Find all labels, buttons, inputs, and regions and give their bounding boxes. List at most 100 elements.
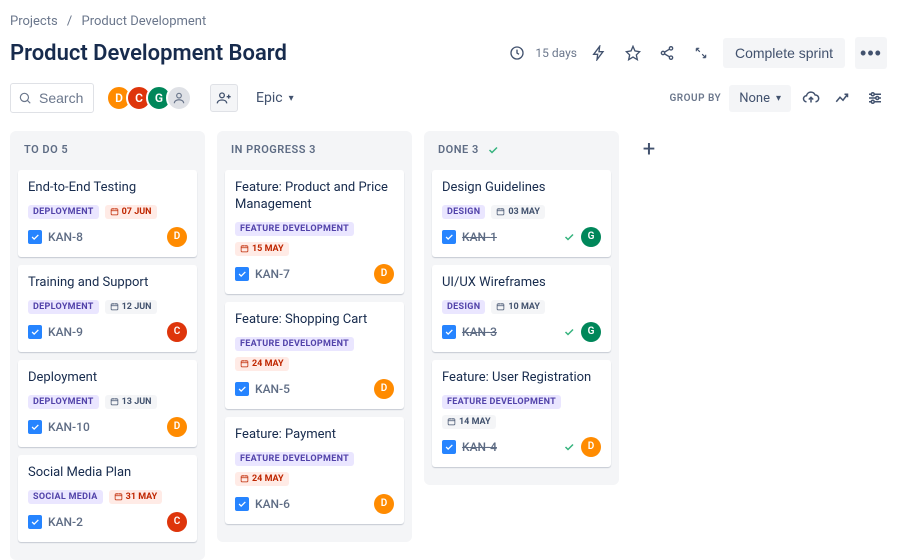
card-tag: DEPLOYMENT bbox=[28, 395, 99, 409]
assignee-avatar[interactable]: D bbox=[374, 264, 394, 284]
epic-filter-dropdown[interactable]: Epic ▾ bbox=[250, 86, 300, 110]
done-check-icon bbox=[487, 144, 499, 156]
sprint-days-remaining[interactable]: 15 days bbox=[505, 41, 577, 65]
assignee-avatar[interactable]: C bbox=[167, 322, 187, 342]
board-card[interactable]: Feature: Shopping CartFEATURE DEVELOPMEN… bbox=[225, 302, 404, 409]
assignee-avatar[interactable]: C bbox=[167, 512, 187, 532]
board-card[interactable]: DeploymentDEPLOYMENT13 JUNKAN-10D bbox=[18, 360, 197, 447]
board-column: TO DO 5 End-to-End Testing DEPLOYMENT 07 JU… bbox=[10, 131, 205, 560]
task-type-icon bbox=[442, 325, 456, 339]
card-key: KAN-1 bbox=[462, 230, 497, 244]
clock-icon bbox=[505, 41, 529, 65]
calendar-icon bbox=[240, 359, 249, 368]
card-due-date: 10 MAY bbox=[491, 300, 545, 314]
done-check-icon bbox=[563, 326, 575, 338]
task-type-icon bbox=[235, 382, 249, 396]
calendar-icon bbox=[240, 244, 249, 253]
card-title: Deployment bbox=[28, 370, 187, 387]
column-title: TO DO 5 bbox=[24, 143, 68, 156]
card-title: Feature: Shopping Cart bbox=[235, 312, 394, 329]
calendar-icon bbox=[240, 474, 249, 483]
star-icon[interactable] bbox=[621, 41, 645, 65]
view-settings-icon[interactable] bbox=[863, 86, 887, 110]
board-card[interactable]: Social Media PlanSOCIAL MEDIA31 MAYKAN-2… bbox=[18, 455, 197, 542]
cloud-upload-icon[interactable] bbox=[799, 86, 823, 110]
column-title: IN PROGRESS 3 bbox=[231, 143, 316, 156]
task-type-icon bbox=[28, 515, 42, 529]
calendar-icon bbox=[496, 302, 505, 311]
breadcrumb-root[interactable]: Projects bbox=[10, 14, 58, 29]
assignee-avatar[interactable]: D bbox=[374, 379, 394, 399]
card-title: Feature: Payment bbox=[235, 427, 394, 444]
assignee-avatar[interactable]: D bbox=[374, 494, 394, 514]
task-type-icon bbox=[28, 230, 42, 244]
task-type-icon bbox=[442, 440, 456, 454]
bolt-icon[interactable] bbox=[587, 41, 611, 65]
more-actions-button[interactable]: ••• bbox=[855, 37, 887, 69]
card-tag: SOCIAL MEDIA bbox=[28, 490, 103, 504]
column-title: DONE 3 bbox=[438, 143, 479, 156]
card-key: KAN-3 bbox=[462, 325, 497, 339]
breadcrumb-project[interactable]: Product Development bbox=[82, 14, 207, 29]
complete-sprint-button[interactable]: Complete sprint bbox=[723, 38, 845, 68]
insights-icon[interactable] bbox=[831, 86, 855, 110]
column-header[interactable]: IN PROGRESS 3 bbox=[225, 141, 404, 158]
board-card[interactable]: Feature: User RegistrationFEATURE DEVELO… bbox=[432, 360, 611, 467]
avatar-unassigned[interactable] bbox=[166, 85, 192, 111]
assignee-avatar[interactable]: D bbox=[581, 437, 601, 457]
card-key: KAN-9 bbox=[48, 325, 83, 339]
card-title: Social Media Plan bbox=[28, 465, 187, 482]
group-by-label: GROUP BY bbox=[669, 93, 721, 104]
fullscreen-icon[interactable] bbox=[689, 41, 713, 65]
add-column-button[interactable]: + bbox=[631, 131, 667, 167]
calendar-icon bbox=[110, 207, 119, 216]
card-due-date: 07 JUN bbox=[105, 205, 157, 219]
board-column: DONE 3Design GuidelinesDESIGN03 MAYKAN-1… bbox=[424, 131, 619, 485]
assignee-avatar[interactable]: D bbox=[167, 417, 187, 437]
card-key: KAN-10 bbox=[48, 420, 90, 434]
board-card[interactable]: Design GuidelinesDESIGN03 MAYKAN-1G bbox=[432, 170, 611, 257]
card-key: KAN-5 bbox=[255, 382, 290, 396]
board-card[interactable]: Feature: PaymentFEATURE DEVELOPMENT24 MA… bbox=[225, 417, 404, 524]
board-card[interactable]: Training and SupportDEPLOYMENT12 JUNKAN-… bbox=[18, 265, 197, 352]
card-key: KAN-8 bbox=[48, 230, 83, 244]
days-text: 15 days bbox=[535, 46, 577, 60]
card-tag: DESIGN bbox=[442, 205, 485, 219]
card-due-date: 12 JUN bbox=[105, 300, 157, 314]
card-title: Training and Support bbox=[28, 275, 187, 292]
calendar-icon bbox=[114, 492, 123, 501]
task-type-icon bbox=[235, 497, 249, 511]
calendar-icon bbox=[496, 207, 505, 216]
search-icon bbox=[18, 91, 32, 105]
done-check-icon bbox=[563, 441, 575, 453]
avatar-stack[interactable]: D C G bbox=[106, 85, 192, 111]
board-card[interactable]: UI/UX WireframesDESIGN10 MAYKAN-3G bbox=[432, 265, 611, 352]
add-people-button[interactable] bbox=[210, 84, 238, 112]
calendar-icon bbox=[110, 302, 119, 311]
card-key: KAN-4 bbox=[462, 440, 497, 454]
board-card[interactable]: Feature: Product and Price ManagementFEA… bbox=[225, 170, 404, 294]
card-key: KAN-7 bbox=[255, 267, 290, 281]
chevron-down-icon: ▾ bbox=[776, 93, 781, 104]
card-due-date: 24 MAY bbox=[235, 472, 289, 486]
assignee-avatar[interactable]: D bbox=[167, 227, 187, 247]
card-due-date: 31 MAY bbox=[109, 490, 163, 504]
card-title: Feature: Product and Price Management bbox=[235, 180, 394, 214]
group-by-dropdown[interactable]: None ▾ bbox=[729, 85, 791, 112]
card-key: KAN-6 bbox=[255, 497, 290, 511]
column-header[interactable]: DONE 3 bbox=[432, 141, 611, 158]
assignee-avatar[interactable]: G bbox=[581, 322, 601, 342]
column-header[interactable]: TO DO 5 bbox=[18, 141, 197, 158]
card-due-date: 24 MAY bbox=[235, 357, 289, 371]
epic-label: Epic bbox=[256, 90, 283, 106]
task-type-icon bbox=[442, 230, 456, 244]
calendar-icon bbox=[447, 417, 456, 426]
assignee-avatar[interactable]: G bbox=[581, 227, 601, 247]
card-tag: DESIGN bbox=[442, 300, 485, 314]
share-icon[interactable] bbox=[655, 41, 679, 65]
board-card[interactable]: End-to-End TestingDEPLOYMENT07 JUNKAN-8D bbox=[18, 170, 197, 257]
chevron-down-icon: ▾ bbox=[289, 93, 294, 104]
card-title: End-to-End Testing bbox=[28, 180, 187, 197]
card-title: Feature: User Registration bbox=[442, 370, 601, 387]
card-due-date: 14 MAY bbox=[442, 415, 496, 429]
